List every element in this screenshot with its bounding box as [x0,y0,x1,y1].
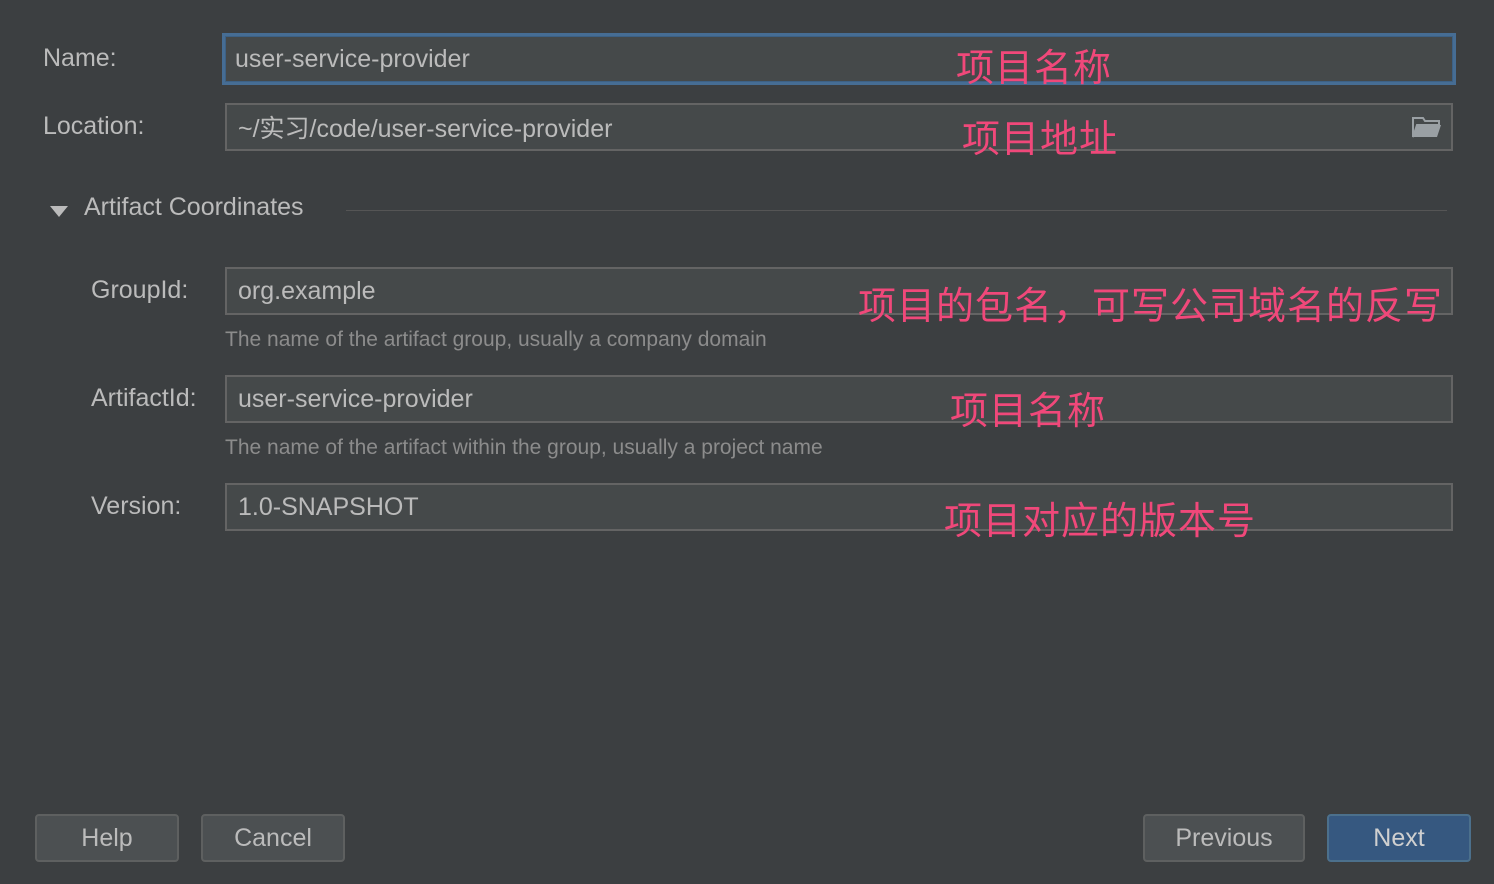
help-button[interactable]: Help [35,814,179,862]
location-input-value: ~/实习/code/user-service-provider [238,115,613,143]
groupid-label: GroupId: [91,276,189,304]
name-input[interactable]: user-service-provider [222,33,1456,85]
section-divider [346,210,1447,211]
folder-icon[interactable] [1403,105,1451,149]
groupid-input-value: org.example [238,276,376,305]
location-input[interactable]: ~/实习/code/user-service-provider [225,103,1453,151]
name-label: Name: [43,44,117,72]
next-button[interactable]: Next [1327,814,1471,862]
groupid-annotation: 项目的包名，可写公司域名的反写 [858,284,1444,328]
name-annotation: 项目名称 [956,46,1113,90]
location-label: Location: [43,112,145,140]
name-input-value: user-service-provider [235,44,470,73]
section-title[interactable]: Artifact Coordinates [84,193,304,222]
version-label: Version: [91,492,182,520]
previous-button[interactable]: Previous [1143,814,1305,862]
version-annotation: 项目对应的版本号 [944,499,1257,543]
location-annotation: 项目地址 [962,117,1119,161]
artifactid-input[interactable]: user-service-provider [225,375,1453,423]
version-input[interactable]: 1.0-SNAPSHOT [225,483,1453,531]
artifactid-hint: The name of the artifact within the grou… [225,436,823,459]
artifactid-label: ArtifactId: [91,384,197,412]
version-input-value: 1.0-SNAPSHOT [238,492,419,521]
cancel-button[interactable]: Cancel [201,814,345,862]
groupid-hint: The name of the artifact group, usually … [225,328,767,351]
artifactid-annotation: 项目名称 [950,389,1107,433]
artifactid-input-value: user-service-provider [238,384,473,413]
triangle-down-icon[interactable] [50,206,68,217]
